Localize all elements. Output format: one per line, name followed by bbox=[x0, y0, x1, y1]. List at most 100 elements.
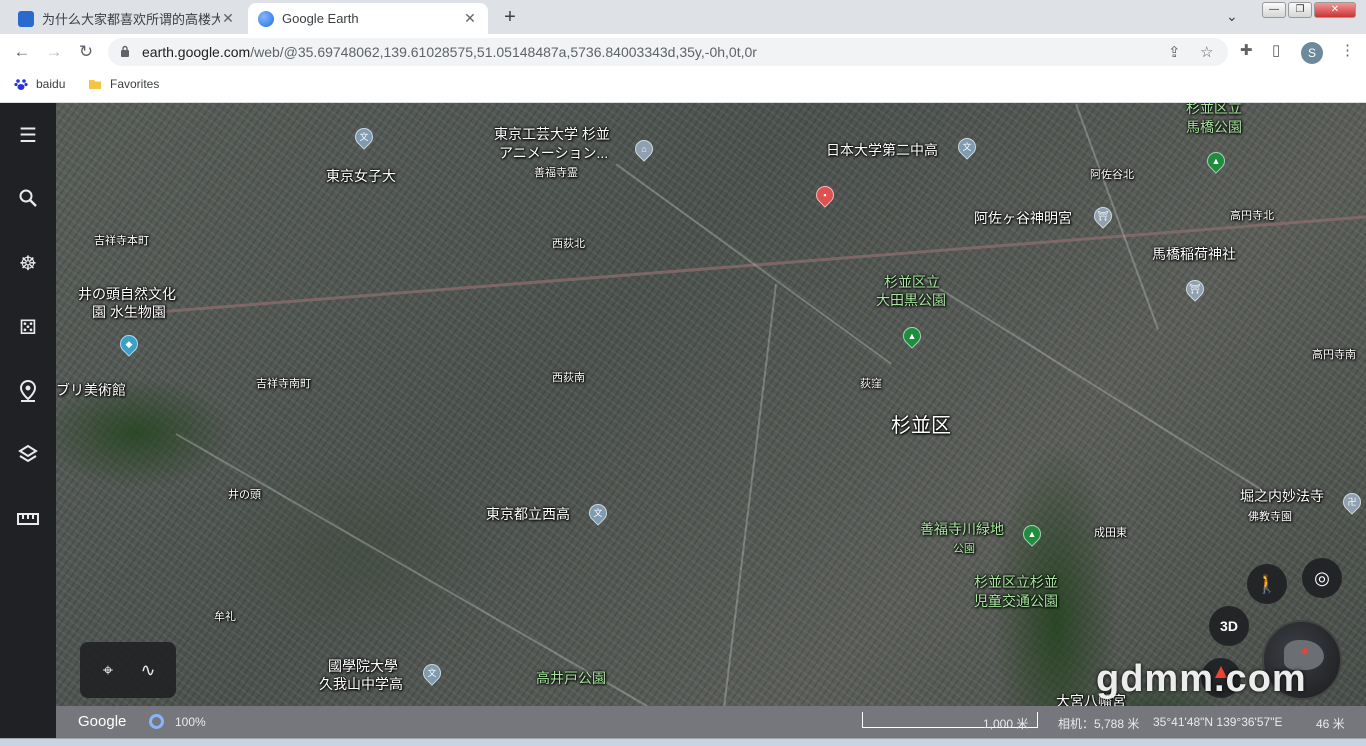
reload-icon[interactable]: ↻ bbox=[74, 40, 98, 64]
bookmark-label: Favorites bbox=[110, 77, 160, 91]
landmark-pin-icon[interactable]: ⌂ bbox=[631, 136, 657, 162]
bookmark-star-icon[interactable]: ☆ bbox=[1200, 43, 1213, 61]
shop-pin-icon[interactable]: ▪ bbox=[812, 182, 838, 208]
map-label[interactable]: 堀之内妙法寺 bbox=[1240, 488, 1324, 505]
map-label[interactable]: 馬橋稲荷神社 bbox=[1152, 246, 1236, 263]
map-label[interactable]: 高円寺南 bbox=[1312, 347, 1356, 364]
lock-icon bbox=[121, 45, 129, 57]
map-label[interactable]: 善福寺霊 bbox=[534, 165, 578, 182]
tab-close-icon[interactable]: ✕ bbox=[220, 10, 236, 27]
tab-search-chevron-icon[interactable]: ⌄ bbox=[1226, 8, 1238, 25]
profile-avatar[interactable]: S bbox=[1301, 42, 1323, 64]
map-label[interactable]: 東京工芸大学 杉並 bbox=[494, 126, 610, 143]
minimize-button[interactable]: — bbox=[1262, 2, 1286, 18]
new-tab-button[interactable]: + bbox=[498, 6, 522, 30]
rail-line bbox=[125, 214, 1366, 316]
camera-altitude: 相机：5,788 米 bbox=[1058, 717, 1140, 731]
map-label[interactable]: 児童交通公園 bbox=[974, 593, 1058, 610]
side-panel-icon[interactable]: ▯ bbox=[1272, 41, 1280, 59]
map-label[interactable]: 高円寺北 bbox=[1230, 208, 1274, 225]
projects-pin-icon[interactable] bbox=[16, 379, 40, 404]
url-host: earth.google.com bbox=[142, 44, 251, 60]
map-label[interactable]: 東京都立西高 bbox=[486, 506, 570, 523]
bookmark-baidu[interactable]: baidu bbox=[14, 77, 65, 91]
map-style-layers-icon[interactable] bbox=[16, 444, 40, 468]
more-menu-icon[interactable]: ⋮ bbox=[1340, 41, 1355, 59]
folder-icon bbox=[89, 80, 101, 89]
close-window-button[interactable]: ✕ bbox=[1314, 2, 1356, 18]
url-path: /web/@35.69748062,139.61028575,51.051484… bbox=[250, 44, 757, 60]
park-pin-icon[interactable]: ▲ bbox=[1019, 521, 1045, 547]
measure-ruler-icon[interactable] bbox=[16, 508, 40, 532]
add-placemark-pin-icon[interactable]: ⌖ bbox=[96, 658, 120, 682]
map-label[interactable]: 佛教寺園 bbox=[1248, 509, 1292, 526]
menu-hamburger-icon[interactable]: ☰ bbox=[16, 124, 40, 148]
road bbox=[1075, 103, 1160, 330]
map-label[interactable]: 公園 bbox=[953, 541, 975, 558]
map-label[interactable]: 井の頭自然文化 bbox=[78, 286, 176, 303]
tab-title: Google Earth bbox=[282, 11, 359, 26]
school-pin-icon[interactable]: 文 bbox=[954, 134, 980, 160]
earth-map-view[interactable]: 東京女子大 東京工芸大学 杉並 アニメーション... 善福寺霊 日本大学第二中高… bbox=[56, 103, 1366, 706]
os-taskbar bbox=[0, 738, 1366, 746]
park-pin-icon[interactable]: ▲ bbox=[1203, 148, 1229, 174]
tab-close-icon[interactable]: ✕ bbox=[462, 10, 478, 27]
bookmark-favorites[interactable]: Favorites bbox=[88, 77, 159, 91]
map-label[interactable]: 園 水生物園 bbox=[92, 304, 166, 321]
cursor-coordinates: 35°41'48"N 139°36'57"E bbox=[1153, 715, 1283, 729]
map-label[interactable]: ブリ美術館 bbox=[56, 382, 126, 399]
map-label[interactable]: 井の頭 bbox=[228, 487, 261, 504]
map-label[interactable]: 成田東 bbox=[1094, 525, 1127, 542]
map-label[interactable]: 高井戸公園 bbox=[536, 670, 606, 687]
map-label[interactable]: 杉並区立 bbox=[884, 274, 940, 291]
map-label[interactable]: 大田黒公園 bbox=[876, 292, 946, 309]
map-label[interactable]: 東京女子大 bbox=[326, 168, 396, 185]
aquarium-pin-icon[interactable]: ◆ bbox=[116, 331, 142, 357]
map-label[interactable]: 阿佐ヶ谷神明宮 bbox=[974, 210, 1072, 227]
search-icon[interactable] bbox=[16, 188, 40, 212]
school-pin-icon[interactable]: 文 bbox=[351, 124, 377, 150]
pegman-street-view-icon[interactable]: 🚶 bbox=[1247, 564, 1287, 604]
toggle-3d-button[interactable]: 3D bbox=[1209, 606, 1249, 646]
my-location-target-icon[interactable]: ◎ bbox=[1302, 558, 1342, 598]
map-label[interactable]: 牟礼 bbox=[214, 609, 236, 626]
map-label[interactable]: 吉祥寺南町 bbox=[256, 376, 311, 393]
map-label[interactable]: 吉祥寺本町 bbox=[94, 233, 149, 250]
map-label[interactable]: 杉並区 bbox=[891, 416, 951, 436]
map-label[interactable]: 西荻南 bbox=[552, 370, 585, 387]
map-label[interactable]: 久我山中学高 bbox=[319, 676, 403, 693]
forward-arrow-icon[interactable]: → bbox=[42, 40, 66, 64]
map-label[interactable]: 日本大学第二中高 bbox=[826, 142, 938, 159]
tab-article[interactable]: 为什么大家都喜欢所谓的高楼大厦 ✕ bbox=[8, 3, 246, 34]
voyager-ship-wheel-icon[interactable]: ☸ bbox=[16, 252, 40, 276]
map-label[interactable]: 杉並区立 bbox=[1186, 103, 1242, 117]
back-arrow-icon[interactable]: ← bbox=[10, 40, 34, 64]
feeling-lucky-dice-icon[interactable]: ⚄ bbox=[16, 316, 40, 340]
temple-pin-icon[interactable]: 卍 bbox=[1339, 489, 1365, 515]
school-pin-icon[interactable]: 文 bbox=[585, 500, 611, 526]
map-label[interactable]: 阿佐谷北 bbox=[1090, 167, 1134, 184]
map-label[interactable]: 西荻北 bbox=[552, 236, 585, 253]
draw-line-path-icon[interactable]: ∿ bbox=[136, 658, 160, 682]
share-icon[interactable]: ⇪ bbox=[1168, 43, 1181, 61]
map-label[interactable]: 杉並区立杉並 bbox=[974, 574, 1058, 591]
road bbox=[915, 273, 1273, 498]
map-label[interactable]: 馬橋公園 bbox=[1186, 119, 1242, 136]
road bbox=[615, 163, 892, 365]
map-label[interactable]: 荻窪 bbox=[860, 376, 882, 393]
school-pin-icon[interactable]: 文 bbox=[419, 660, 445, 686]
map-label[interactable]: 善福寺川緑地 bbox=[920, 521, 1004, 538]
address-bar[interactable]: earth.google.com/web/@35.69748062,139.61… bbox=[108, 38, 1228, 66]
tab-google-earth[interactable]: Google Earth ✕ bbox=[248, 3, 488, 34]
shrine-pin-icon[interactable]: ⛩ bbox=[1182, 276, 1208, 302]
map-label[interactable]: アニメーション... bbox=[499, 145, 608, 162]
park-pin-icon[interactable]: ▲ bbox=[899, 323, 925, 349]
earth-sidebar: ☰ ☸ ⚄ bbox=[0, 103, 56, 746]
article-favicon-icon bbox=[18, 10, 34, 27]
map-tools-panel: ⌖ ∿ bbox=[80, 642, 176, 698]
map-label[interactable]: 國學院大學 bbox=[328, 658, 398, 675]
extensions-puzzle-icon[interactable]: ✚ bbox=[1240, 41, 1253, 59]
road bbox=[722, 283, 777, 706]
url-text[interactable]: earth.google.com/web/@35.69748062,139.61… bbox=[142, 44, 757, 60]
restore-button[interactable]: ❐ bbox=[1288, 2, 1312, 18]
